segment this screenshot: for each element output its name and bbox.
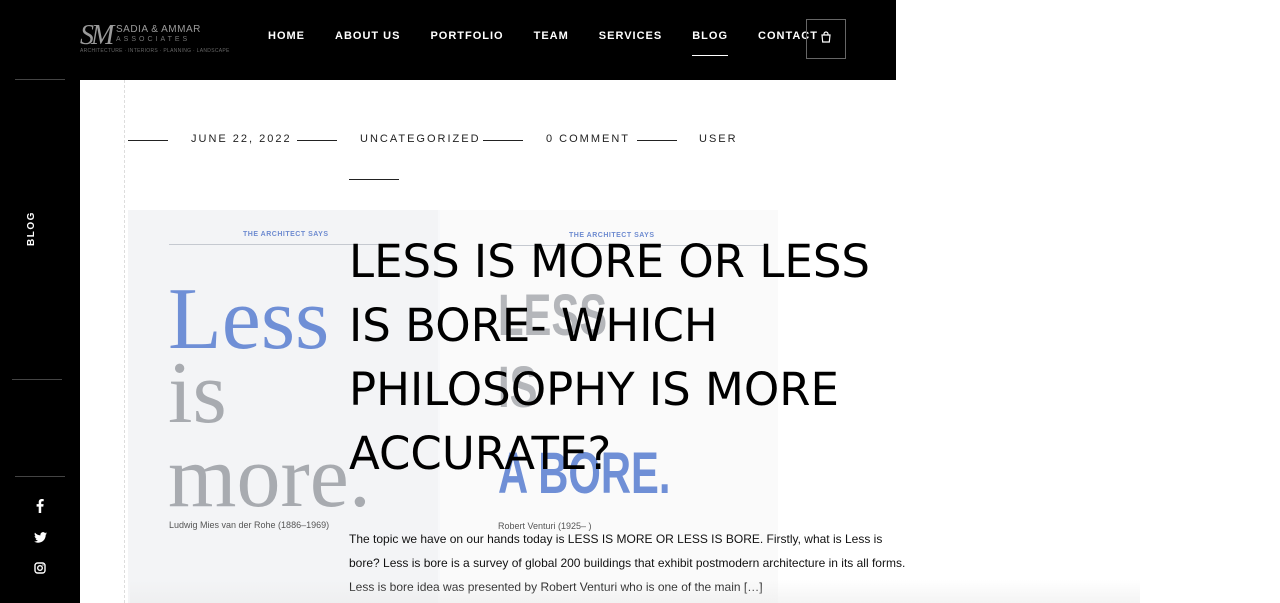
sidebar-page-label: BLOG [22, 211, 42, 254]
meta-divider [297, 140, 337, 141]
nav-services[interactable]: SERVICES [599, 30, 662, 42]
meta-divider [483, 140, 523, 141]
sidebar-divider [15, 476, 65, 477]
post-title[interactable]: LESS IS MORE OR LESS IS BORE- WHICH PHIL… [349, 230, 889, 486]
title-accent-line [349, 179, 399, 180]
post-author[interactable]: USER [699, 133, 738, 145]
nav-portfolio[interactable]: PORTFOLIO [430, 30, 503, 42]
left-word-more: more. [168, 429, 371, 526]
sidebar-label-text: BLOG [26, 211, 37, 246]
left-credit: Ludwig Mies van der Rohe (1886–1969) [169, 520, 330, 530]
post-comments[interactable]: 0 COMMENT [546, 133, 630, 145]
main-nav: HOME ABOUT US PORTFOLIO TEAM SERVICES BL… [268, 30, 848, 56]
instagram-icon[interactable] [32, 560, 48, 576]
nav-team[interactable]: TEAM [534, 30, 569, 42]
card-shadow [130, 580, 1140, 603]
sidebar-divider [12, 379, 62, 380]
nav-blog[interactable]: BLOG [692, 30, 728, 56]
cart-button[interactable] [806, 19, 846, 59]
meta-divider [128, 140, 168, 141]
twitter-icon[interactable] [32, 529, 48, 545]
facebook-icon[interactable] [32, 498, 48, 514]
left-word-is: is [168, 345, 227, 442]
bag-icon [820, 30, 832, 48]
top-navigation-bar: SM SADIA & AMMAR ASSOCIATES ARCHITECTURE… [80, 0, 896, 80]
nav-home[interactable]: HOME [268, 30, 305, 42]
sidebar-divider [15, 79, 65, 80]
nav-about-us[interactable]: ABOUT US [335, 30, 400, 42]
site-logo[interactable]: SM SADIA & AMMAR ASSOCIATES ARCHITECTURE… [80, 18, 229, 58]
logo-tagline: ARCHITECTURE · INTERIORS · PLANNING · LA… [80, 48, 230, 54]
logo-sub: ASSOCIATES [116, 36, 191, 43]
logo-name: SADIA & AMMAR [116, 24, 201, 35]
post-content: JUNE 22, 2022 UNCATEGORIZED 0 COMMENT US… [80, 80, 1280, 603]
post-date[interactable]: JUNE 22, 2022 [191, 133, 292, 145]
post-category[interactable]: UNCATEGORIZED [360, 133, 481, 145]
left-sidebar: BLOG [0, 0, 80, 603]
left-caption: THE ARCHITECT SAYS [243, 231, 329, 238]
meta-divider [637, 140, 677, 141]
